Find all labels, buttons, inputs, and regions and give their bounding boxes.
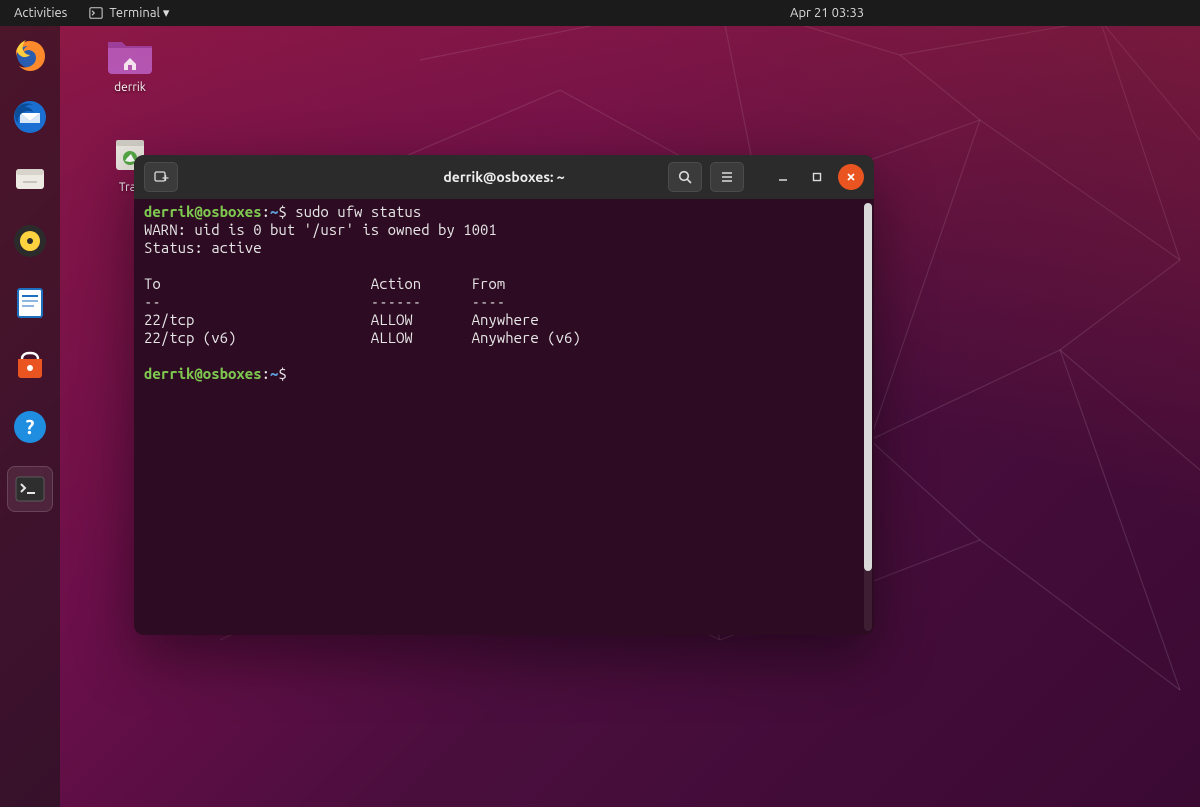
home-folder-desktop-icon[interactable]: derrik	[98, 34, 162, 94]
close-button[interactable]	[838, 164, 864, 190]
terminal-body[interactable]: derrik@osboxes:~$ sudo ufw status WARN: …	[134, 199, 874, 635]
gnome-dock: ?	[0, 26, 60, 807]
maximize-button[interactable]	[804, 164, 830, 190]
scrollbar-thumb[interactable]	[864, 203, 872, 571]
terminal-scrollbar[interactable]	[864, 203, 872, 631]
firefox-icon[interactable]	[7, 32, 53, 78]
help-icon[interactable]: ?	[7, 404, 53, 450]
thunderbird-icon[interactable]	[7, 94, 53, 140]
app-menu-terminal[interactable]: Terminal ▾	[81, 6, 177, 21]
svg-text:?: ?	[26, 415, 35, 438]
rhythmbox-icon[interactable]	[7, 218, 53, 264]
gnome-top-bar: Activities Terminal ▾ Apr 21 03:33	[0, 0, 1200, 26]
new-tab-button[interactable]	[144, 162, 178, 192]
hamburger-menu-button[interactable]	[710, 162, 744, 192]
terminal-small-icon	[89, 6, 103, 20]
clock-label[interactable]: Apr 21 03:33	[790, 6, 864, 20]
writer-icon[interactable]	[7, 280, 53, 326]
app-menu-label: Terminal ▾	[109, 6, 169, 21]
search-icon	[677, 169, 693, 185]
terminal-output: derrik@osboxes:~$ sudo ufw status WARN: …	[144, 203, 866, 383]
terminal-header-bar[interactable]: derrik@osboxes: ~	[134, 155, 874, 199]
terminal-icon[interactable]	[7, 466, 53, 512]
home-folder-icon	[106, 34, 154, 74]
window-title: derrik@osboxes: ~	[134, 169, 874, 185]
home-folder-label: derrik	[114, 81, 146, 94]
software-icon[interactable]	[7, 342, 53, 388]
search-button[interactable]	[668, 162, 702, 192]
new-tab-icon	[153, 169, 169, 185]
terminal-window[interactable]: derrik@osboxes: ~ derrik@osboxes:~$ sudo…	[134, 155, 874, 635]
hamburger-icon	[719, 169, 735, 185]
maximize-icon	[811, 171, 823, 183]
activities-button[interactable]: Activities	[0, 6, 81, 20]
files-icon[interactable]	[7, 156, 53, 202]
minimize-icon	[777, 171, 789, 183]
close-icon	[845, 171, 857, 183]
minimize-button[interactable]	[770, 164, 796, 190]
